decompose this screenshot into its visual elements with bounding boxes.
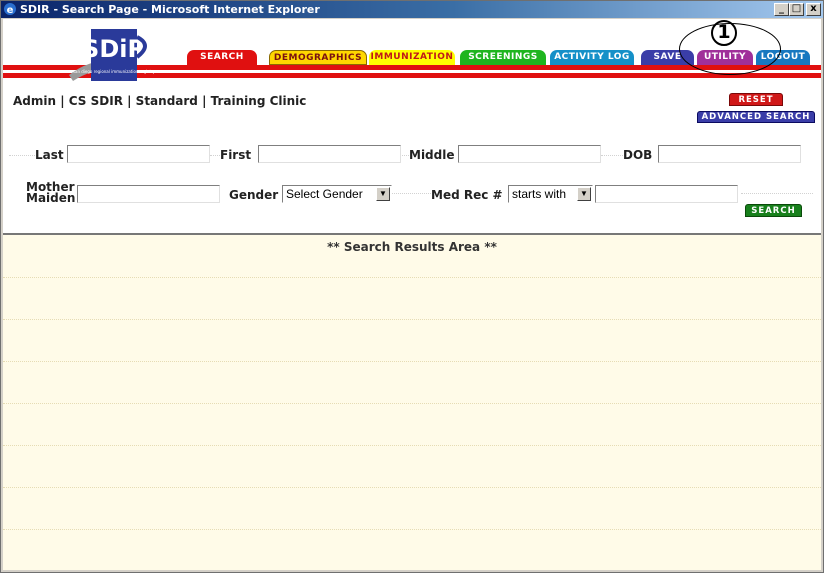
results-guide-line <box>3 403 821 404</box>
middle-name-label: Middle <box>409 148 455 162</box>
results-guide-line <box>3 529 821 530</box>
row-guide <box>741 193 813 194</box>
med-rec-match-value: starts with <box>512 187 567 201</box>
results-guide-line <box>3 445 821 446</box>
last-name-label: Last <box>35 148 64 162</box>
row-guide <box>601 155 625 156</box>
mother-maiden-label: Mother Maiden <box>26 181 76 205</box>
results-guide-line <box>3 361 821 362</box>
dropdown-arrow-icon[interactable]: ▼ <box>577 187 591 201</box>
maximize-button[interactable]: □ <box>789 3 804 16</box>
svg-text:e: e <box>7 5 14 16</box>
search-form <box>3 112 821 233</box>
window-title: SDIR - Search Page - Microsoft Internet … <box>20 3 320 16</box>
row-guide <box>9 155 37 156</box>
search-button[interactable]: SEARCH <box>745 204 802 217</box>
results-guide-line <box>3 319 821 320</box>
internet-explorer-icon: e <box>4 3 16 16</box>
logo-text: SDiR <box>82 35 146 63</box>
results-guide-line <box>3 277 821 278</box>
med-rec-input[interactable] <box>595 185 738 203</box>
dropdown-arrow-icon[interactable]: ▼ <box>376 187 390 201</box>
results-guide-line <box>3 487 821 488</box>
tab-activity-log[interactable]: ACTIVITY LOG <box>550 50 634 65</box>
row-guide <box>210 155 220 156</box>
callout-circle <box>711 20 737 46</box>
reset-button[interactable]: RESET <box>729 93 783 106</box>
minimize-button[interactable]: _ <box>774 3 789 16</box>
sdir-logo: SDiR san diego regional immunization reg… <box>69 29 156 81</box>
med-rec-match-select[interactable]: starts with ▼ <box>508 185 593 203</box>
mother-maiden-label-line2: Maiden <box>26 191 76 205</box>
first-name-label: First <box>220 148 252 162</box>
middle-name-input[interactable] <box>458 145 601 163</box>
tab-screenings[interactable]: SCREENINGS <box>460 50 546 65</box>
title-bar: e SDIR - Search Page - Microsoft Interne… <box>1 1 823 18</box>
first-name-input[interactable] <box>258 145 401 163</box>
tab-search[interactable]: SEARCH <box>187 50 257 65</box>
user-context: Admin | CS SDIR | Standard | Training Cl… <box>13 94 307 108</box>
search-results-title: ** Search Results Area ** <box>327 240 497 254</box>
dob-label: DOB <box>623 148 653 162</box>
tab-immunization[interactable]: IMMUNIZATION <box>369 50 455 65</box>
close-button[interactable]: x <box>806 3 821 16</box>
med-rec-label: Med Rec # <box>431 188 503 202</box>
tab-demographics[interactable]: DEMOGRAPHICS <box>269 50 367 65</box>
gender-select[interactable]: Select Gender ▼ <box>282 185 392 203</box>
page-content: SDiR san diego regional immunization reg… <box>3 19 821 570</box>
advanced-search-button[interactable]: ADVANCED SEARCH <box>697 111 815 123</box>
browser-window: e SDIR - Search Page - Microsoft Interne… <box>0 0 824 573</box>
logo-subtitle: san diego regional immunization registry <box>73 69 156 74</box>
mother-maiden-input[interactable] <box>77 185 220 203</box>
header: SDiR san diego regional immunization reg… <box>3 19 821 90</box>
gender-label: Gender <box>229 188 279 202</box>
row-guide <box>391 193 431 194</box>
callout-number: 1 <box>711 20 737 46</box>
dob-input[interactable] <box>658 145 801 163</box>
gender-selected-value: Select Gender <box>286 187 363 201</box>
last-name-input[interactable] <box>67 145 210 163</box>
